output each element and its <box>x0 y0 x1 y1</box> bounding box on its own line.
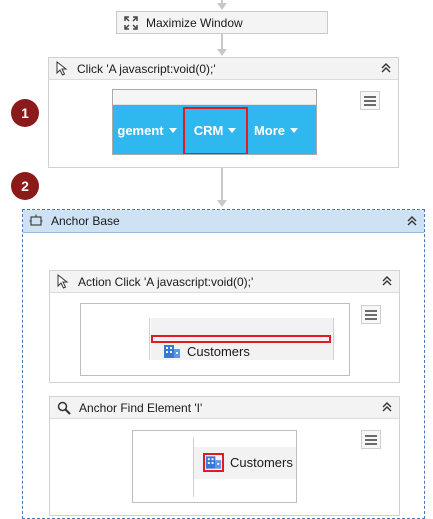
anchor-find-header: Anchor Find Element 'I' <box>50 397 399 419</box>
connector-arrow <box>217 200 227 207</box>
activity-menu-button[interactable] <box>361 430 381 449</box>
step-badge-2: 2 <box>11 172 39 200</box>
anchor-base-title: Anchor Base <box>51 214 120 228</box>
building-icon <box>203 453 224 472</box>
connector-arrow <box>217 3 227 10</box>
caret-down-icon <box>290 128 299 133</box>
anchor-find-preview: Customers <box>132 430 297 503</box>
customers-label: Customers <box>230 455 293 470</box>
connector-line <box>221 168 223 202</box>
anchor-find-card[interactable]: Anchor Find Element 'I' Customers <box>49 396 400 516</box>
building-icon <box>163 344 181 359</box>
target-highlight <box>183 107 248 154</box>
click-activity-title: Click 'A javascript:void(0);' <box>77 61 216 76</box>
pointer-icon <box>56 60 69 76</box>
customers-item: Customers <box>203 453 293 472</box>
anchor-base-container[interactable]: Anchor Base Action Click 'A javascript:v… <box>22 209 425 519</box>
search-icon <box>57 401 71 415</box>
collapse-icon[interactable] <box>380 400 394 414</box>
anchor-base-icon <box>29 214 43 228</box>
click-target-preview: gement CRM More <box>112 89 317 155</box>
collapse-icon[interactable] <box>405 214 419 228</box>
maximize-window-label: Maximize Window <box>146 15 243 30</box>
maximize-icon <box>123 15 139 31</box>
maximize-window-step[interactable]: Maximize Window <box>116 11 328 34</box>
collapse-icon[interactable] <box>379 61 393 75</box>
action-click-header: Action Click 'A javascript:void(0);' <box>50 271 399 293</box>
customers-item: Customers <box>163 344 250 359</box>
activity-menu-button[interactable] <box>361 305 381 324</box>
pointer-icon <box>57 273 70 289</box>
nav-item-management: gement <box>113 105 181 154</box>
caret-down-icon <box>168 128 177 133</box>
customers-label: Customers <box>187 344 250 359</box>
anchor-find-title: Anchor Find Element 'I' <box>79 400 203 415</box>
action-click-title: Action Click 'A javascript:void(0);' <box>78 274 254 289</box>
nav-item-more: More <box>251 105 301 154</box>
click-activity-card[interactable]: Click 'A javascript:void(0);' gement CRM… <box>48 57 399 168</box>
anchor-base-header: Anchor Base <box>23 210 424 233</box>
target-highlight <box>151 335 331 343</box>
action-click-card[interactable]: Action Click 'A javascript:void(0);' Cus… <box>49 270 400 383</box>
step-badge-1: 1 <box>11 99 39 127</box>
click-activity-header: Click 'A javascript:void(0);' <box>49 58 398 80</box>
activity-menu-button[interactable] <box>360 91 380 110</box>
connector-arrow <box>217 49 227 56</box>
action-click-preview: Customers <box>80 303 350 376</box>
collapse-icon[interactable] <box>380 274 394 288</box>
connector-line <box>221 34 223 50</box>
